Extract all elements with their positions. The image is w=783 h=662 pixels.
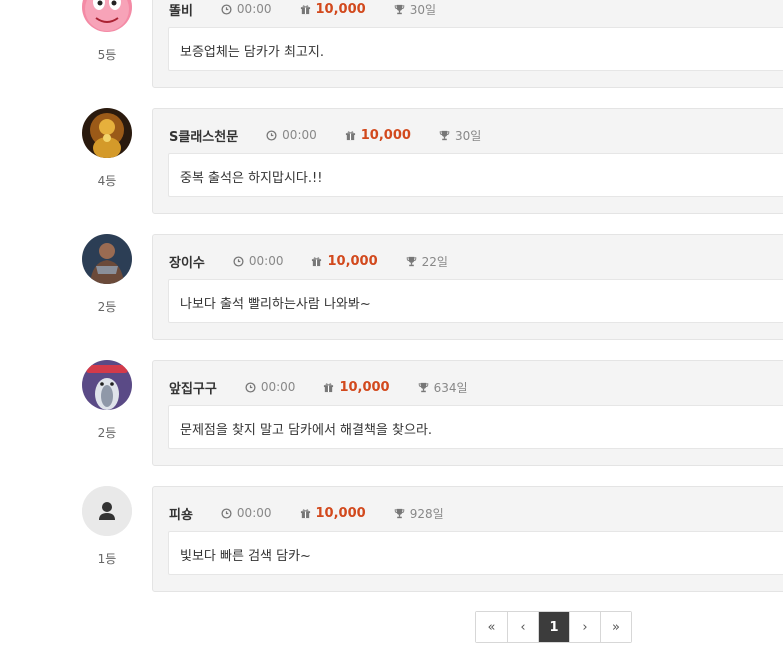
gift-icon	[300, 508, 310, 518]
days-value: 928일	[409, 506, 444, 521]
time-value: 00:00	[236, 2, 272, 16]
nickname[interactable]: 장이수	[169, 252, 205, 271]
time-value: 00:00	[282, 128, 317, 142]
comment-card: S클래스천문 00:00 10,000 30일 중복 출석은 하지맙시다.!!	[152, 108, 783, 214]
trophy-icon	[394, 4, 405, 14]
rank-label: 2등	[97, 300, 117, 314]
avatar[interactable]	[82, 486, 132, 536]
nickname[interactable]: S클래스천문	[169, 126, 238, 145]
rank-label: 2등	[97, 426, 117, 440]
attendance-entry: 5등 똘비 00:00 10,000 30일 보증업체는 담카가 최고지.	[0, 0, 783, 88]
clock-icon	[266, 129, 277, 141]
attendance-entry: 2등 앞집구구 00:00 10,000 634일 문제점을 찾지 말고 담카에…	[0, 360, 783, 466]
avatar[interactable]	[82, 360, 132, 410]
entry-meta: 장이수 00:00 10,000 22일	[169, 251, 476, 271]
nickname[interactable]: 피숑	[169, 504, 193, 523]
time-info: 00:00	[221, 2, 272, 16]
entry-meta: 똘비 00:00 10,000 30일	[169, 0, 464, 19]
gift-icon	[312, 256, 322, 266]
point-value: 10,000	[315, 505, 366, 521]
avatar[interactable]	[82, 234, 132, 284]
trophy-icon	[406, 256, 416, 266]
point-value: 10,000	[315, 1, 366, 17]
trophy-icon	[394, 508, 405, 518]
entry-meta: 앞집구구 00:00 10,000 634일	[169, 377, 496, 397]
comment-message: 나보다 출석 빨리하는사람 나와봐~	[168, 279, 783, 323]
time-info: 00:00	[266, 128, 317, 142]
attendance-entry: 1등 피숑 00:00 10,000 928일 빛보다 빠른 검색 담카~	[0, 486, 783, 592]
attendance-entry: 4등 S클래스천문 00:00 10,000 30일 중복 출석은 하지맙시다.…	[0, 108, 783, 214]
comment-card: 앞집구구 00:00 10,000 634일 문제점을 찾지 말고 담카에서 해…	[152, 360, 783, 466]
days-info: 30일	[439, 127, 481, 144]
point-value: 10,000	[327, 253, 378, 269]
days-value: 30일	[409, 2, 436, 17]
current-page-button[interactable]: 1	[538, 612, 569, 642]
comment-message: 빛보다 빠른 검색 담카~	[168, 531, 783, 575]
point-info: 10,000	[311, 253, 378, 269]
days-info: 634일	[418, 379, 468, 396]
trophy-icon	[418, 382, 428, 392]
entry-meta: S클래스천문 00:00 10,000 30일	[169, 125, 509, 145]
pagination: « ‹ 1 › »	[475, 611, 632, 643]
days-value: 30일	[454, 128, 482, 143]
comment-card: 똘비 00:00 10,000 30일 보증업체는 담카가 최고지.	[152, 0, 783, 88]
avatar[interactable]	[82, 0, 132, 32]
comment-card: 장이수 00:00 10,000 22일 나보다 출석 빨리하는사람 나와봐~	[152, 234, 783, 340]
time-value: 00:00	[260, 380, 296, 394]
gift-icon	[300, 4, 310, 14]
comment-card: 피숑 00:00 10,000 928일 빛보다 빠른 검색 담카~	[152, 486, 783, 592]
avatar[interactable]	[82, 108, 132, 158]
days-value: 634일	[433, 380, 468, 395]
point-info: 10,000	[300, 2, 366, 17]
time-value: 00:00	[248, 254, 284, 268]
nickname[interactable]: 앞집구구	[169, 378, 217, 397]
point-info: 10,000	[323, 379, 390, 395]
days-info: 30일	[394, 1, 436, 18]
comment-message: 문제점을 찾지 말고 담카에서 해결책을 찾으라.	[168, 405, 783, 449]
entry-meta: 피숑 00:00 10,000 928일	[169, 503, 472, 523]
time-info: 00:00	[221, 506, 272, 520]
point-value: 10,000	[339, 379, 390, 395]
rank-label: 1등	[97, 552, 117, 566]
days-info: 928일	[394, 505, 444, 522]
time-info: 00:00	[245, 380, 296, 394]
user-icon	[82, 486, 132, 536]
last-page-button[interactable]: »	[600, 612, 631, 642]
days-info: 22일	[406, 253, 448, 270]
clock-icon	[233, 255, 244, 267]
clock-icon	[221, 507, 232, 519]
time-info: 00:00	[233, 254, 284, 268]
clock-icon	[221, 3, 232, 15]
attendance-entry: 2등 장이수 00:00 10,000 22일 나보다 출석 빨리하는사람 나와…	[0, 234, 783, 340]
trophy-icon	[439, 130, 450, 140]
point-info: 10,000	[345, 128, 411, 143]
comment-message: 중복 출석은 하지맙시다.!!	[168, 153, 783, 197]
next-page-button[interactable]: ›	[569, 612, 600, 642]
rank-label: 4등	[97, 174, 117, 188]
clock-icon	[245, 381, 256, 393]
point-value: 10,000	[360, 127, 411, 143]
rank-label: 5등	[97, 48, 117, 62]
comment-message: 보증업체는 담카가 최고지.	[168, 27, 783, 71]
point-info: 10,000	[300, 506, 366, 521]
gift-icon	[324, 382, 334, 392]
gift-icon	[345, 130, 355, 140]
first-page-button[interactable]: «	[476, 612, 507, 642]
time-value: 00:00	[236, 506, 272, 520]
nickname[interactable]: 똘비	[169, 0, 193, 19]
days-value: 22일	[421, 254, 448, 269]
prev-page-button[interactable]: ‹	[507, 612, 538, 642]
